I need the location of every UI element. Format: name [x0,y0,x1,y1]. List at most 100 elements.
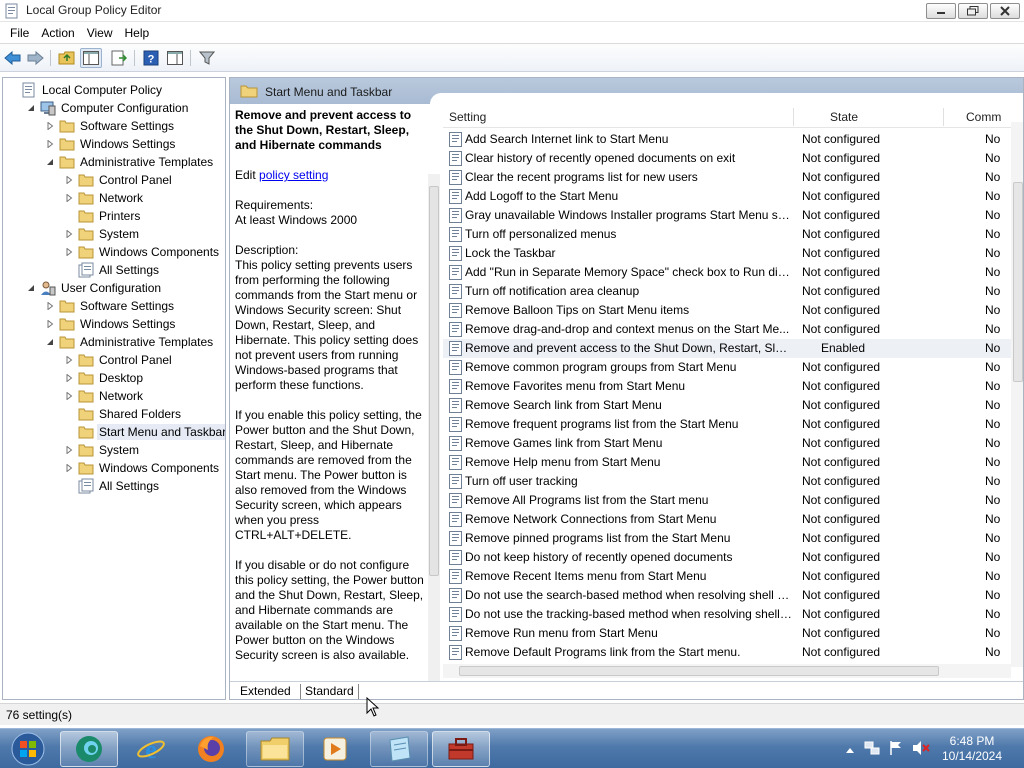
taskbar-internet-explorer[interactable]: e [122,731,180,767]
tree-item[interactable]: Shared Folders [64,405,183,423]
setting-row[interactable]: Clear the recent programs list for new u… [443,168,1011,187]
expanded-arrow-icon[interactable] [45,337,55,347]
minimize-button[interactable] [926,3,956,19]
setting-row[interactable]: Remove Network Connections from Start Me… [443,510,1011,529]
setting-row[interactable]: Add "Run in Separate Memory Space" check… [443,263,1011,282]
collapsed-arrow-icon[interactable] [64,247,74,257]
close-button[interactable] [990,3,1020,19]
tree-item[interactable]: Windows Settings [45,315,177,333]
setting-row[interactable]: Remove drag-and-drop and context menus o… [443,320,1011,339]
taskbar-notepad[interactable] [370,731,428,767]
list-vertical-scrollbar[interactable] [1011,122,1023,667]
tree-item[interactable]: Software Settings [45,117,176,135]
setting-row[interactable]: Remove common program groups from Start … [443,358,1011,377]
filter-button[interactable] [196,48,218,68]
forward-button[interactable] [24,48,46,68]
setting-row[interactable]: Remove Games link from Start Menu Not con… [443,434,1011,453]
taskbar-media-player[interactable] [306,731,364,767]
tree-item[interactable]: Printers [64,207,142,225]
setting-row[interactable]: Turn off personalized menus Not configure… [443,225,1011,244]
collapsed-arrow-icon[interactable] [45,139,55,149]
collapsed-arrow-icon[interactable] [64,355,74,365]
setting-row[interactable]: Remove All Programs list from the Start … [443,491,1011,510]
taskbar-file-explorer[interactable] [246,731,304,767]
tree-item[interactable]: System [64,441,141,459]
tree-item[interactable]: All Settings [64,477,161,495]
list-horizontal-scroll-thumb[interactable] [459,666,939,676]
collapsed-arrow-icon[interactable] [64,229,74,239]
clock[interactable]: 6:48 PM 10/14/2024 [940,734,1004,764]
description-scroll-thumb[interactable] [429,186,439,576]
setting-row[interactable]: Remove Favorites menu from Start Menu Not… [443,377,1011,396]
setting-row[interactable]: Add Logoff to the Start Menu Not configur… [443,187,1011,206]
column-comment[interactable]: Comm [966,110,1001,124]
setting-row[interactable]: Remove Default Programs link from the St… [443,643,1011,662]
menu-action[interactable]: Action [35,24,80,42]
setting-row[interactable]: Lock the Taskbar Not configured No [443,244,1011,263]
edit-policy-setting-link[interactable]: policy setting [259,168,328,182]
setting-row[interactable]: Remove Run menu from Start Menu Not confi… [443,624,1011,643]
action-center-tray-button[interactable] [888,740,904,759]
tree-item[interactable]: Network [64,387,145,405]
restore-button[interactable] [958,3,988,19]
menu-help[interactable]: Help [119,24,156,42]
taskbar-edge[interactable] [60,731,118,767]
collapsed-arrow-icon[interactable] [64,391,74,401]
tree-item[interactable]: Administrative Templates [45,153,215,171]
setting-row[interactable]: Remove and prevent access to the Shut Do… [443,339,1011,358]
tree-item[interactable]: Software Settings [45,297,176,315]
back-button[interactable] [2,48,24,68]
list-vertical-scroll-thumb[interactable] [1013,182,1023,382]
help-button[interactable]: ? [140,48,162,68]
column-state[interactable]: State [830,110,858,124]
tree-item[interactable]: Windows Settings [45,135,177,153]
collapsed-arrow-icon[interactable] [64,445,74,455]
column-setting[interactable]: Setting [449,110,486,124]
setting-row[interactable]: Add Search Internet link to Start Menu No… [443,130,1011,149]
tree-item[interactable]: Start Menu and Taskbar [64,423,225,441]
setting-row[interactable]: Remove Help menu from Start Menu Not conf… [443,453,1011,472]
show-hidden-icons-button[interactable] [846,742,854,756]
tree-item[interactable]: Network [64,189,145,207]
setting-row[interactable]: Remove Search link from Start Menu Not co… [443,396,1011,415]
tree-item[interactable]: Control Panel [64,351,174,369]
collapsed-arrow-icon[interactable] [64,193,74,203]
collapsed-arrow-icon[interactable] [64,175,74,185]
description-scrollbar[interactable] [428,174,440,682]
collapsed-arrow-icon[interactable] [45,319,55,329]
tree-item[interactable]: All Settings [64,261,161,279]
tree-item[interactable]: Windows Components [64,459,221,477]
setting-row[interactable]: Remove Balloon Tips on Start Menu items N… [443,301,1011,320]
tree-item[interactable]: Local Computer Policy [7,81,164,99]
tree-item[interactable]: Computer Configuration [26,99,190,117]
tree-item[interactable]: User Configuration [26,279,163,297]
setting-row[interactable]: Turn off user tracking Not configured No [443,472,1011,491]
tree-item[interactable]: Control Panel [64,171,174,189]
setting-row[interactable]: Do not use the search-based method when … [443,586,1011,605]
setting-row[interactable]: Gray unavailable Windows Installer progr… [443,206,1011,225]
list-horizontal-scrollbar[interactable] [443,664,1011,678]
start-button[interactable] [0,731,56,767]
tree-item[interactable]: Administrative Templates [45,333,215,351]
collapsed-arrow-icon[interactable] [64,463,74,473]
taskbar-group-policy-editor[interactable] [432,731,490,767]
collapsed-arrow-icon[interactable] [64,373,74,383]
setting-row[interactable]: Do not use the tracking-based method whe… [443,605,1011,624]
taskbar-firefox[interactable] [182,731,240,767]
tree-item[interactable]: Windows Components [64,243,221,261]
network-tray-button[interactable] [864,740,880,759]
expanded-arrow-icon[interactable] [26,103,36,113]
collapsed-arrow-icon[interactable] [45,121,55,131]
setting-row[interactable]: Remove frequent programs list from the S… [443,415,1011,434]
expanded-arrow-icon[interactable] [45,157,55,167]
setting-row[interactable]: Remove Recent Items menu from Start Menu… [443,567,1011,586]
show-hide-tree-button[interactable] [80,48,102,68]
show-hide-action-pane-button[interactable] [164,48,186,68]
setting-row[interactable]: Clear history of recently opened documen… [443,149,1011,168]
setting-row[interactable]: Do not keep history of recently opened d… [443,548,1011,567]
tab-standard[interactable]: Standard [300,684,359,699]
expanded-arrow-icon[interactable] [26,283,36,293]
collapsed-arrow-icon[interactable] [45,301,55,311]
setting-row[interactable]: Remove pinned programs list from the Sta… [443,529,1011,548]
volume-tray-button[interactable] [912,740,930,759]
